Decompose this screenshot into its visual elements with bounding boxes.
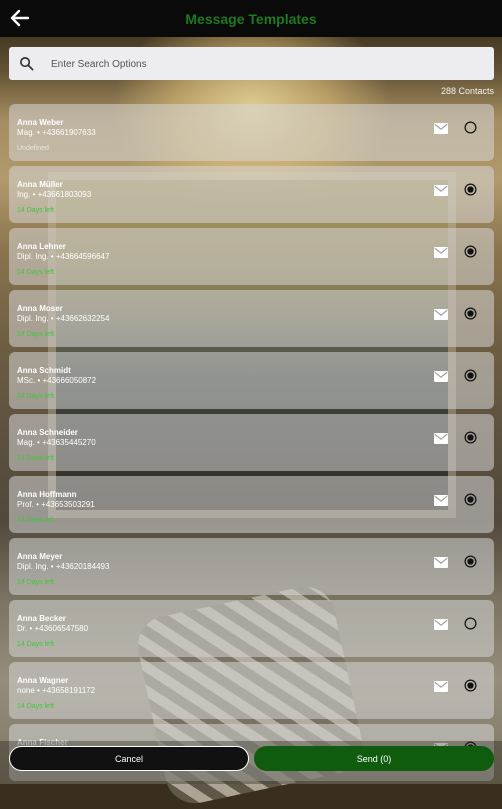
contacts-count: 288 Contacts bbox=[440, 86, 494, 96]
radio-selected-icon[interactable] bbox=[464, 555, 477, 568]
contact-name: Anna Hoffmann bbox=[17, 490, 77, 499]
contact-status: 14 Days left bbox=[17, 331, 54, 338]
envelope-icon[interactable] bbox=[434, 371, 448, 382]
contact-card[interactable]: Anna Wagner none • +43658191172 14 Days le… bbox=[9, 662, 494, 719]
contact-name: Anna Moser bbox=[17, 304, 63, 313]
contact-name: Anna Becker bbox=[17, 614, 66, 623]
envelope-icon[interactable] bbox=[434, 185, 448, 196]
search-icon bbox=[20, 57, 34, 71]
contact-card[interactable]: Anna Müller Ing. • +43661803093 14 Days le… bbox=[9, 166, 494, 223]
contact-name: Anna Schmidt bbox=[17, 366, 71, 375]
envelope-icon[interactable] bbox=[434, 123, 448, 134]
radio-selected-icon[interactable] bbox=[464, 245, 477, 258]
top-bar: Message Templates bbox=[0, 0, 502, 37]
contact-title-phone: Dipl. Ing. • +43662632254 bbox=[17, 314, 110, 323]
contact-card[interactable]: Anna Hoffmann Prof. • +43653503291 14 Days… bbox=[9, 476, 494, 533]
contact-card[interactable]: Anna Schneider Mag. • +43635445270 14 Days… bbox=[9, 414, 494, 471]
envelope-icon[interactable] bbox=[434, 557, 448, 568]
contact-card[interactable]: Anna Becker Dr. • +43606547580 14 Days lef… bbox=[9, 600, 494, 657]
cancel-button[interactable]: Cancel bbox=[9, 746, 249, 771]
contact-name: Anna Müller bbox=[17, 180, 63, 189]
page-title: Message Templates bbox=[185, 10, 317, 27]
send-button[interactable]: Send (0) bbox=[254, 746, 494, 771]
contact-title-phone: MSc. • +43666050872 bbox=[17, 376, 97, 385]
contact-title-phone: Dipl. Ing. • +43620184493 bbox=[17, 562, 110, 571]
radio-selected-icon[interactable] bbox=[464, 493, 477, 506]
contact-status: 14 Days left bbox=[17, 207, 54, 214]
envelope-icon[interactable] bbox=[434, 681, 448, 692]
arrow-left-icon[interactable] bbox=[8, 6, 32, 30]
envelope-icon[interactable] bbox=[434, 619, 448, 630]
contact-status: 14 Days left bbox=[17, 579, 54, 586]
contact-title-phone: Dipl. Ing. • +43664596647 bbox=[17, 252, 110, 261]
radio-empty-icon[interactable] bbox=[464, 617, 477, 630]
envelope-icon[interactable] bbox=[434, 247, 448, 258]
contact-title-phone: Dr. • +43606547580 bbox=[17, 624, 89, 633]
contact-title-phone: Mag. • +43661907633 bbox=[17, 128, 96, 137]
contact-card[interactable]: Anna Lehner Dipl. Ing. • +43664596647 14 D… bbox=[9, 228, 494, 285]
contact-card[interactable]: Anna Schmidt MSc. • +43666050872 14 Days l… bbox=[9, 352, 494, 409]
radio-selected-icon[interactable] bbox=[464, 431, 477, 444]
contact-title-phone: Ing. • +43661803093 bbox=[17, 190, 92, 199]
contact-status: 14 Days left bbox=[17, 455, 54, 462]
envelope-icon[interactable] bbox=[434, 433, 448, 444]
contact-name: Anna Meyer bbox=[17, 552, 63, 561]
contact-status: 14 Days left bbox=[17, 269, 54, 276]
contact-name: Anna Weber bbox=[17, 118, 64, 127]
envelope-icon[interactable] bbox=[434, 495, 448, 506]
contact-status: 14 Days left bbox=[17, 517, 54, 524]
radio-selected-icon[interactable] bbox=[464, 369, 477, 382]
contact-name: Anna Schneider bbox=[17, 428, 78, 437]
radio-selected-icon[interactable] bbox=[464, 679, 477, 692]
radio-empty-icon[interactable] bbox=[464, 121, 477, 134]
contact-title-phone: Mag. • +43635445270 bbox=[17, 438, 96, 447]
contact-card[interactable]: Anna Weber Mag. • +43661907633 Undefined bbox=[9, 104, 494, 161]
contact-card[interactable]: Anna Meyer Dipl. Ing. • +43620184493 14 Da… bbox=[9, 538, 494, 595]
contact-status: 14 Days left bbox=[17, 703, 54, 710]
contact-status: 14 Days left bbox=[17, 641, 54, 648]
contact-status: Undefined bbox=[17, 145, 49, 152]
contact-status: 14 Days left bbox=[17, 393, 54, 400]
radio-selected-icon[interactable] bbox=[464, 307, 477, 320]
contact-title-phone: Prof. • +43653503291 bbox=[17, 500, 95, 509]
contact-title-phone: none • +43658191172 bbox=[17, 686, 96, 695]
contact-card[interactable]: Anna Moser Dipl. Ing. • +43662632254 14 Da… bbox=[9, 290, 494, 347]
search-input[interactable] bbox=[49, 47, 483, 82]
envelope-icon[interactable] bbox=[434, 309, 448, 320]
search-bar bbox=[9, 47, 494, 82]
radio-selected-icon[interactable] bbox=[464, 183, 477, 196]
contact-name: Anna Lehner bbox=[17, 242, 66, 251]
contact-name: Anna Wagner bbox=[17, 676, 69, 685]
